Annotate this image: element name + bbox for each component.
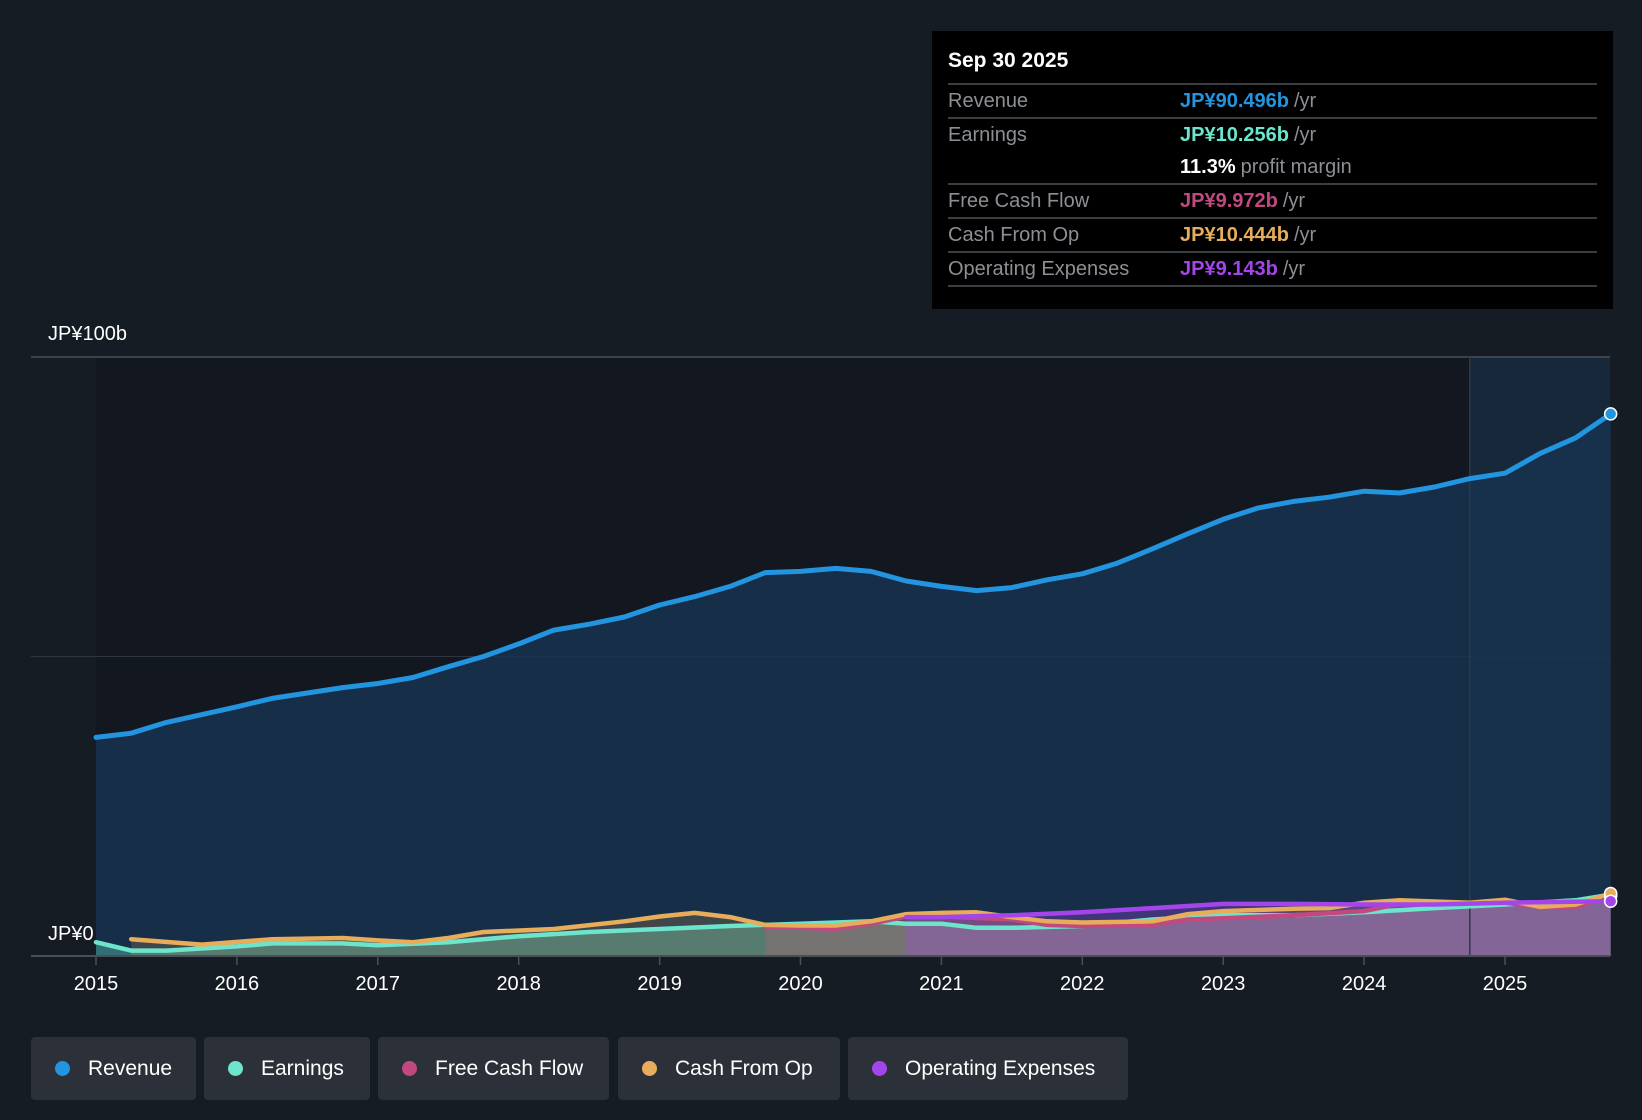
x-tick-label: 2015 <box>74 973 119 995</box>
x-tick-label: 2019 <box>637 973 682 995</box>
tooltip-value: 11.3% <box>1180 156 1236 178</box>
legend-label: Operating Expenses <box>905 1056 1096 1080</box>
tooltip-unit: profit margin <box>1240 156 1352 178</box>
tooltip-label: Operating Expenses <box>948 258 1130 280</box>
x-tick-label: 2017 <box>356 973 401 995</box>
tooltip-label: Cash From Op <box>948 224 1080 246</box>
tooltip-value: JP¥90.496b <box>1180 90 1289 112</box>
x-tick-label: 2016 <box>215 973 260 995</box>
legend-label: Cash From Op <box>675 1056 813 1080</box>
tooltip-unit: /yr <box>1293 90 1317 112</box>
x-tick-label: 2018 <box>496 973 541 995</box>
tooltip-row: Operating Expenses JP¥9.143b/yr <box>948 253 1597 287</box>
tooltip-unit: /yr <box>1293 124 1317 146</box>
legend-item-revenue[interactable]: Revenue <box>31 1037 196 1100</box>
legend-label: Free Cash Flow <box>435 1056 584 1080</box>
tooltip: Sep 30 2025 Revenue JP¥90.496b/yr Earnings… <box>932 31 1613 309</box>
tooltip-row: Revenue JP¥90.496b/yr <box>948 85 1597 119</box>
legend-dot-icon <box>872 1061 887 1076</box>
x-tick-label: 2025 <box>1483 973 1528 995</box>
tooltip-label: Free Cash Flow <box>948 190 1090 212</box>
x-tick-label: 2021 <box>919 973 964 995</box>
legend-item-earnings[interactable]: Earnings <box>204 1037 370 1100</box>
legend-item-operating-expenses[interactable]: Operating Expenses <box>848 1037 1128 1100</box>
tooltip-row: Free Cash Flow JP¥9.972b/yr <box>948 185 1597 219</box>
tooltip-unit: /yr <box>1282 258 1306 280</box>
x-tick-label: 2022 <box>1060 973 1105 995</box>
x-tick-label: 2020 <box>778 973 823 995</box>
tooltip-unit: /yr <box>1282 190 1306 212</box>
tooltip-row: Earnings JP¥10.256b/yr <box>948 119 1597 151</box>
tooltip-label: Earnings <box>948 124 1027 146</box>
legend-dot-icon <box>55 1061 70 1076</box>
tooltip-unit: /yr <box>1293 224 1317 246</box>
legend-label: Revenue <box>88 1056 173 1080</box>
tooltip-value: JP¥9.972b <box>1180 190 1278 212</box>
legend-item-free-cash-flow[interactable]: Free Cash Flow <box>378 1037 609 1100</box>
tooltip-date: Sep 30 2025 <box>948 45 1597 85</box>
legend-item-cash-from-op[interactable]: Cash From Op <box>618 1037 840 1100</box>
x-tick-label: 2023 <box>1201 973 1246 995</box>
legend-dot-icon <box>228 1061 243 1076</box>
tooltip-value: JP¥10.256b <box>1180 124 1289 146</box>
tooltip-label: Revenue <box>948 90 1029 112</box>
y-label-bottom: JP¥0 <box>48 923 94 945</box>
y-label-top: JP¥100b <box>48 323 127 345</box>
legend-label: Earnings <box>261 1056 344 1080</box>
tooltip-value: JP¥10.444b <box>1180 224 1289 246</box>
tooltip-row: Cash From Op JP¥10.444b/yr <box>948 219 1597 253</box>
operating-expenses-endpoint <box>1603 894 1618 908</box>
tooltip-value: JP¥9.143b <box>1180 258 1278 280</box>
legend-dot-icon <box>642 1061 657 1076</box>
x-ticks: 2015 2016 2017 2018 2019 2020 2021 2022 2023 2024… <box>74 956 1528 995</box>
legend-dot-icon <box>402 1061 417 1076</box>
tooltip-row: 11.3% profit margin <box>948 151 1597 185</box>
revenue-endpoint <box>1603 407 1618 421</box>
tooltip-label <box>948 151 1180 183</box>
x-tick-label: 2024 <box>1342 973 1387 995</box>
